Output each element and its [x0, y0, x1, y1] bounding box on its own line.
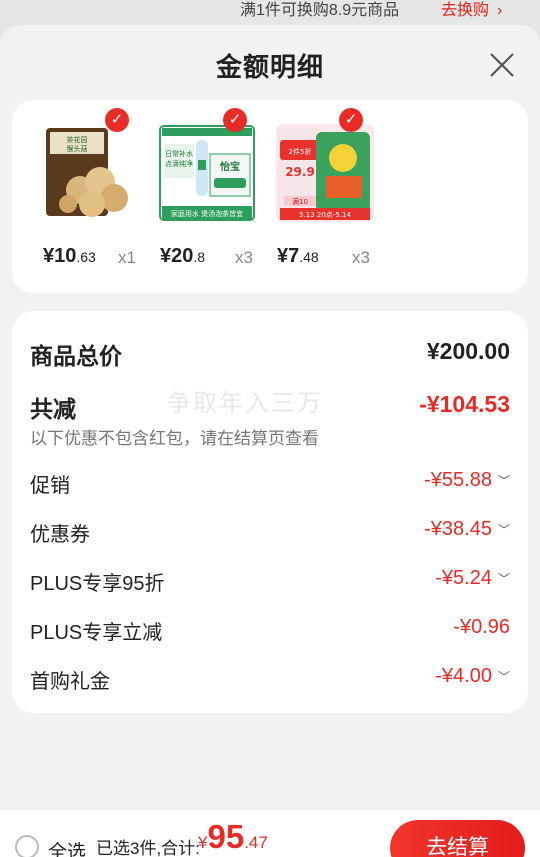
- check-circle-icon[interactable]: ✓: [223, 108, 247, 132]
- chevron-down-icon[interactable]: ﹀: [498, 472, 510, 489]
- total-price-label: 商品总价: [30, 343, 122, 369]
- product-price: ¥20.8: [160, 245, 205, 268]
- exchange-link-label: 去换购: [441, 2, 490, 19]
- plus-discount-row-value[interactable]: -¥5.24 ﹀: [435, 567, 510, 590]
- sheet-title: 金额明细: [215, 52, 324, 82]
- product-quantity: x3: [352, 248, 370, 267]
- product-price: ¥7.48: [277, 245, 319, 268]
- product-image-snack[interactable]: 2件5折 29.9 满10 5.13 20点-5.14: [276, 124, 374, 222]
- total-price-value: ¥200.00: [426, 338, 510, 364]
- chevron-right-icon: ›: [497, 2, 503, 19]
- product-list-card: 茶花园 猴头菇 ✓ 日常补水 点滴纯净 怡宝 家庭用水 煲汤泡茶皆宜 ✓ 2件5…: [12, 100, 528, 293]
- product2-line1: 日常补水: [165, 149, 193, 158]
- first-purchase-row-label: 首购礼金: [30, 671, 110, 693]
- select-all-label[interactable]: 全选: [48, 837, 86, 857]
- product2-brand: 怡宝: [220, 160, 240, 173]
- price-integer: ¥10: [43, 245, 77, 267]
- selection-summary: 已选3件,合计:: [96, 839, 200, 857]
- chevron-down-icon[interactable]: ﹀: [498, 668, 510, 685]
- first-purchase-row-value[interactable]: -¥4.00 ﹀: [435, 665, 510, 688]
- product3-tag: 满10: [292, 197, 308, 206]
- price-integer: ¥7: [277, 245, 300, 267]
- product-image-water[interactable]: 日常补水 点滴纯净 怡宝 家庭用水 煲汤泡茶皆宜: [158, 124, 256, 222]
- product-price: ¥10.63: [43, 245, 96, 268]
- watermark-text: 争取年入三万: [167, 390, 323, 417]
- checkout-button[interactable]: 去结算: [390, 820, 525, 857]
- product2-footer: 家庭用水 煲汤泡茶皆宜: [171, 209, 243, 218]
- product-image-mushroom[interactable]: 茶花园 猴头菇: [40, 124, 138, 222]
- close-icon[interactable]: [488, 51, 516, 79]
- product3-date: 5.13 20点-5.14: [299, 211, 351, 219]
- first-purchase-value-text: -¥4.00: [435, 665, 492, 687]
- amount-breakdown-card: 争取年入三万 商品总价 ¥200.00 共减 -¥104.53 以下优惠不包含红…: [12, 311, 528, 713]
- plus-reduction-row-label: PLUS专享立减: [30, 622, 163, 644]
- product-quantity: x1: [118, 248, 136, 267]
- radio-unchecked-icon[interactable]: [15, 835, 39, 857]
- discount-note: 以下优惠不包含红包，请在结算页查看: [30, 429, 319, 448]
- coupon-value-text: -¥38.45: [424, 518, 492, 540]
- discount-total-value: -¥104.53: [419, 391, 510, 417]
- product-quantity: x3: [235, 248, 253, 267]
- product2-line2: 点滴纯净: [165, 159, 193, 168]
- amount-detail-sheet: 金额明细 茶花园 猴头菇 ✓ 日常补水 点滴纯净 怡宝 家庭用水 煲汤泡茶皆宜 …: [0, 25, 540, 857]
- price-integer: ¥20: [160, 245, 194, 267]
- total-decimal: .47: [244, 833, 268, 852]
- promo-row-label: 促销: [30, 475, 70, 497]
- promo-row-value[interactable]: -¥55.88 ﹀: [424, 469, 510, 492]
- price-decimal: .48: [299, 249, 319, 265]
- price-decimal: .8: [193, 249, 206, 265]
- check-circle-icon[interactable]: ✓: [339, 108, 363, 132]
- coupon-row-label: 优惠券: [30, 524, 90, 546]
- coupon-row-value[interactable]: -¥38.45 ﹀: [424, 518, 510, 541]
- exchange-link[interactable]: 去换购 ›: [441, 0, 502, 20]
- product1-brand: 茶花园: [67, 135, 88, 144]
- plus-discount-row-label: PLUS专享95折: [30, 573, 165, 595]
- plus-reduction-row-value: -¥0.96: [453, 616, 510, 638]
- discount-total-label: 共减: [30, 396, 76, 422]
- product3-line1: 2件5折: [289, 147, 312, 156]
- exchange-promo-text: 满1件可换购8.9元商品: [240, 2, 400, 19]
- product1-name: 猴头菇: [67, 144, 88, 153]
- chevron-down-icon[interactable]: ﹀: [498, 521, 510, 538]
- total-integer: 95: [207, 818, 245, 855]
- promo-value-text: -¥55.88: [424, 469, 492, 491]
- total-amount: ¥95.47: [198, 818, 268, 856]
- price-decimal: .63: [76, 249, 96, 265]
- checkout-bar: 全选 已选3件,合计: ¥95.47 去结算: [0, 810, 540, 857]
- plus-discount-value-text: -¥5.24: [435, 567, 492, 589]
- check-circle-icon[interactable]: ✓: [105, 108, 129, 132]
- chevron-down-icon[interactable]: ﹀: [498, 570, 510, 587]
- product3-price: 29.9: [285, 165, 315, 179]
